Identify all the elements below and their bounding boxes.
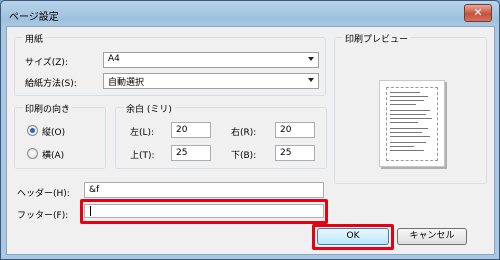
portrait-radio[interactable] [27,125,38,136]
chevron-down-icon [308,57,314,61]
preview-group-title: 印刷プレビュー [343,32,411,45]
preview-page [379,80,445,167]
dialog-body: 用紙 サイズ(Z): A4 給紙方法(S): 自動選択 印刷プレビュー 印刷の向… [6,26,495,255]
page-setup-dialog: ページ設定 ✕ 用紙 サイズ(Z): A4 給紙方法(S): 自動選択 印刷プレ… [0,0,500,260]
header-input[interactable]: &f [84,182,324,198]
top-margin-input[interactable]: 25 [171,145,211,161]
size-label: サイズ(Z): [25,58,68,68]
close-icon: ✕ [473,6,483,19]
paper-group: 用紙 サイズ(Z): A4 給紙方法(S): 自動選択 [14,32,326,96]
orientation-group: 印刷の向き 縦(O) 横(A) [14,102,106,169]
left-margin-label: 左(L): [130,128,155,138]
source-label: 給紙方法(S): [25,79,77,89]
cancel-button[interactable]: キャンセル [397,228,467,245]
footer-input[interactable] [84,204,324,218]
header-value: &f [89,185,100,195]
margins-group: 余白 (ミリ) 左(L): 20 右(R): 20 上(T): 25 下(B):… [115,102,327,169]
header-label: ヘッダー(H): [17,189,70,199]
preview-margin-box [386,87,438,161]
right-margin-input[interactable]: 20 [275,122,315,138]
size-value: A4 [108,54,120,64]
right-margin-value: 20 [280,125,292,135]
cancel-label: キャンセル [409,231,455,241]
landscape-label[interactable]: 横(A) [42,148,64,161]
text-cursor [90,206,91,216]
right-margin-label: 右(R): [231,128,257,138]
ok-button[interactable]: OK [317,228,389,245]
close-button[interactable]: ✕ [464,4,492,22]
dialog-title: ページ設定 [9,12,59,23]
landscape-radio[interactable] [27,148,38,159]
ok-label: OK [346,231,360,241]
source-select[interactable]: 自動選択 [103,73,319,89]
left-margin-value: 20 [176,125,188,135]
size-select[interactable]: A4 [103,52,319,68]
top-margin-label: 上(T): [130,151,155,161]
bottom-margin-input[interactable]: 25 [275,145,315,161]
portrait-label[interactable]: 縦(O) [42,125,65,138]
title-bar[interactable]: ページ設定 ✕ [1,1,499,26]
paper-group-title: 用紙 [23,32,46,45]
footer-label: フッター(F): [17,211,69,221]
source-value: 自動選択 [108,78,145,88]
margins-group-title: 余白 (ミリ) [124,102,174,115]
top-margin-value: 25 [176,148,188,158]
left-margin-input[interactable]: 20 [171,122,211,138]
bottom-margin-value: 25 [280,148,292,158]
bottom-margin-label: 下(B): [231,151,257,161]
orientation-group-title: 印刷の向き [23,102,73,115]
chevron-down-icon [308,78,314,82]
